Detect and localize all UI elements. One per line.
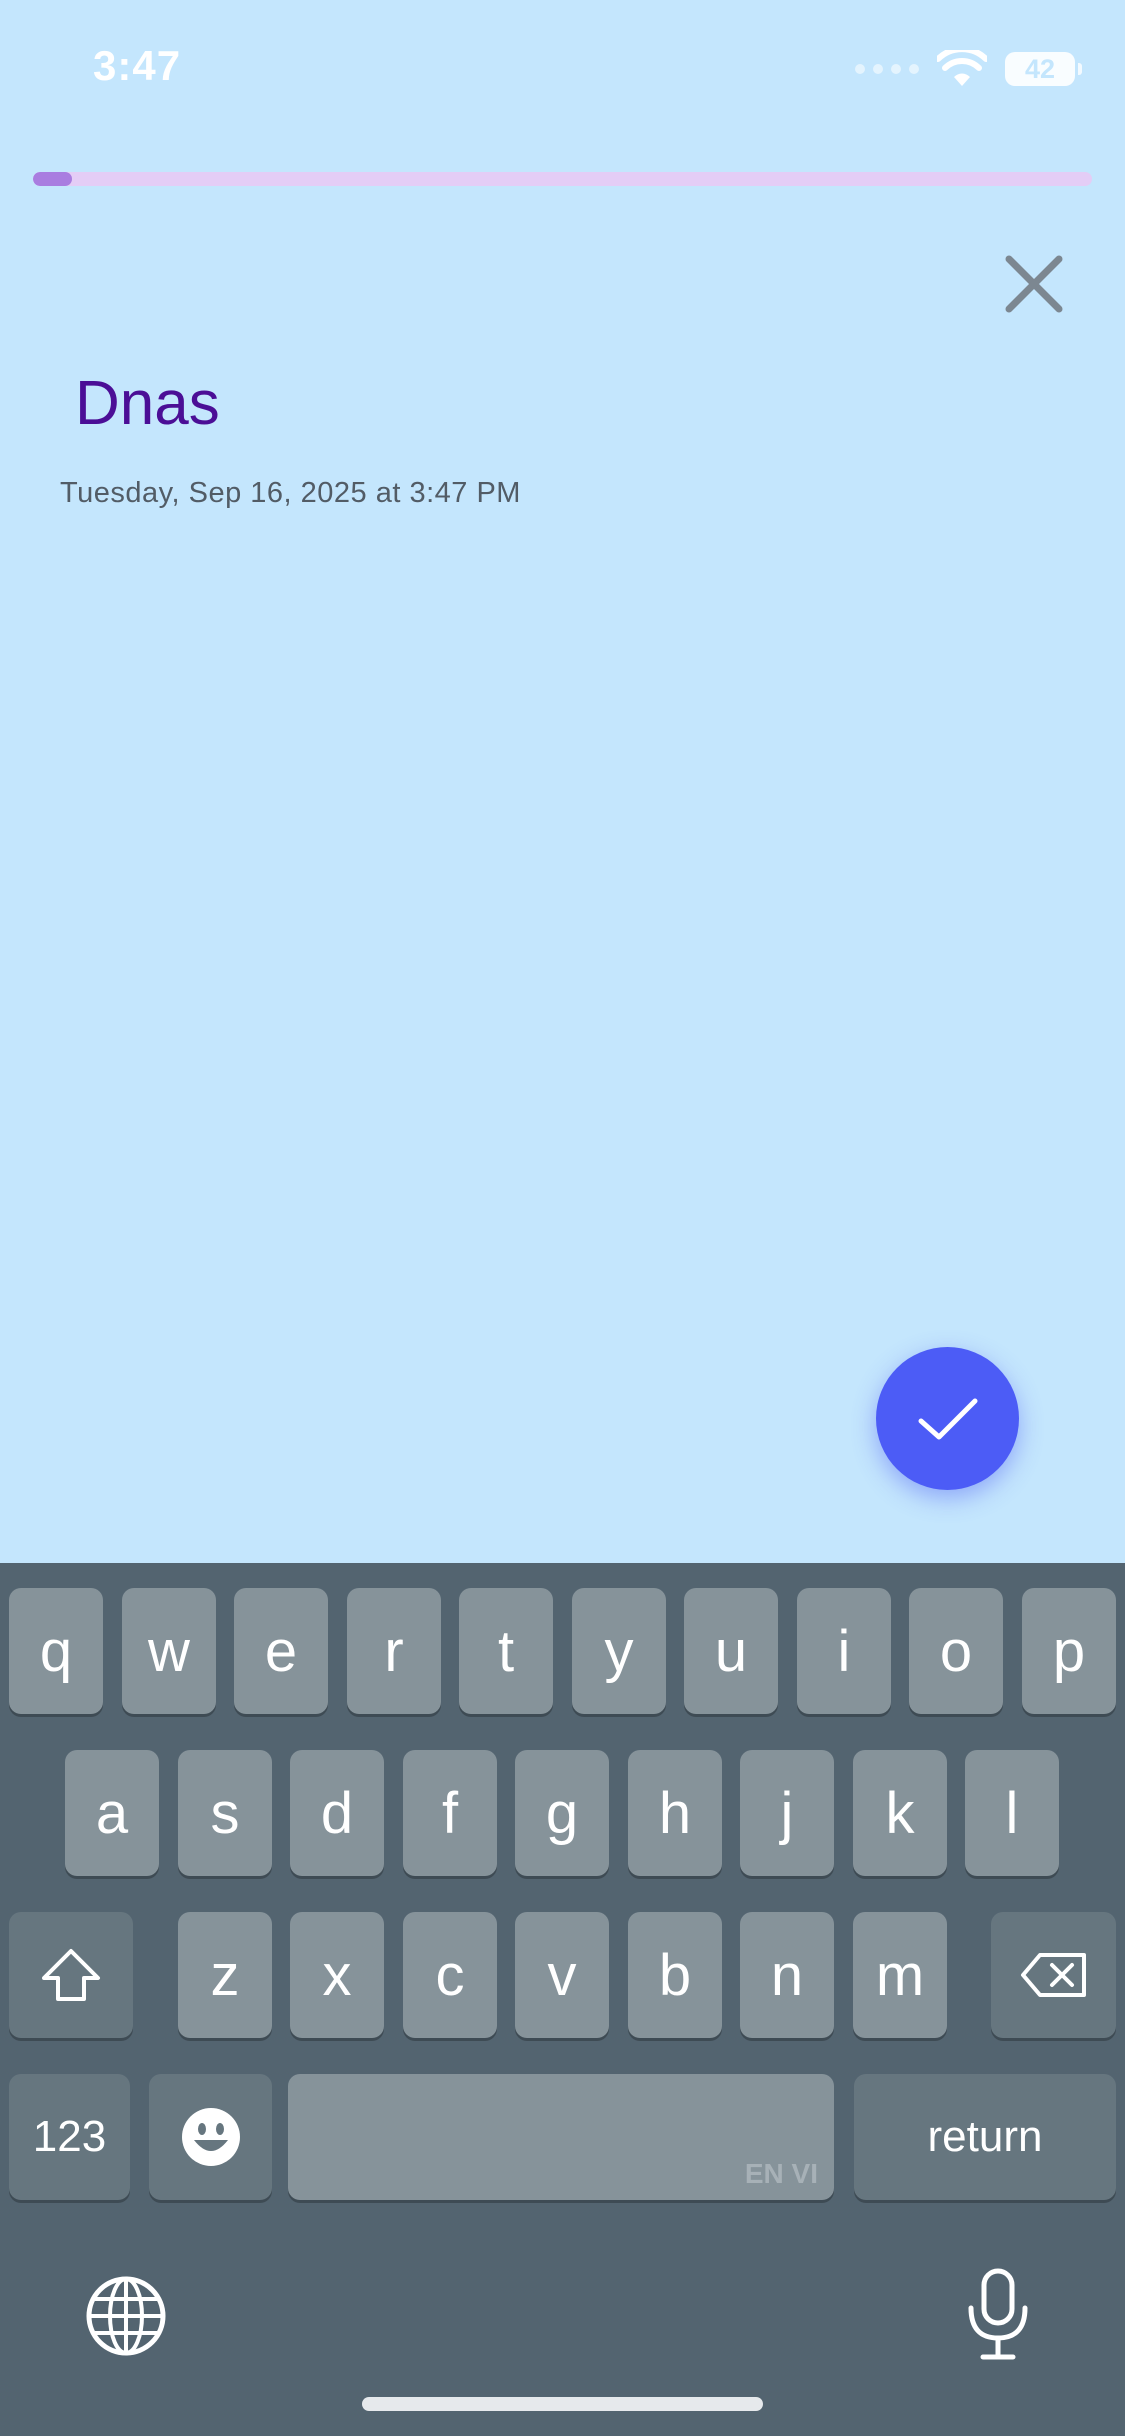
- home-indicator[interactable]: [362, 2397, 763, 2411]
- backspace-icon: [1020, 1953, 1086, 1997]
- numbers-key[interactable]: 123: [9, 2074, 130, 2200]
- status-icons: 42: [855, 50, 1082, 88]
- note-timestamp: Tuesday, Sep 16, 2025 at 3:47 PM: [60, 477, 521, 509]
- key-f[interactable]: f: [403, 1750, 497, 1876]
- key-g[interactable]: g: [515, 1750, 609, 1876]
- battery-icon: 42: [1005, 52, 1082, 86]
- key-p[interactable]: p: [1022, 1588, 1116, 1714]
- progress-bar: [33, 172, 1092, 186]
- note-title[interactable]: Dnas: [75, 368, 220, 439]
- key-u[interactable]: u: [684, 1588, 778, 1714]
- shift-key[interactable]: [9, 1912, 133, 2038]
- microphone-icon[interactable]: [963, 2268, 1033, 2362]
- language-indicator: EN VI: [744, 2158, 818, 2189]
- emoji-icon: [181, 2108, 240, 2166]
- close-icon[interactable]: [1000, 250, 1068, 318]
- key-r[interactable]: r: [347, 1588, 441, 1714]
- key-k[interactable]: k: [853, 1750, 947, 1876]
- key-w[interactable]: w: [122, 1588, 216, 1714]
- key-n[interactable]: n: [740, 1912, 834, 2038]
- globe-icon[interactable]: [85, 2275, 167, 2357]
- keyboard: q w e r t y u i o p a s d f g h j k l z …: [0, 1563, 1125, 2436]
- key-v[interactable]: v: [515, 1912, 609, 2038]
- return-key[interactable]: return: [854, 2074, 1116, 2200]
- space-key[interactable]: EN VI: [288, 2074, 834, 2200]
- key-j[interactable]: j: [740, 1750, 834, 1876]
- cellular-signal-icon: [855, 64, 919, 74]
- progress-fill: [33, 172, 73, 186]
- key-a[interactable]: a: [65, 1750, 159, 1876]
- key-y[interactable]: y: [572, 1588, 666, 1714]
- key-x[interactable]: x: [290, 1912, 384, 2038]
- key-b[interactable]: b: [628, 1912, 722, 2038]
- key-e[interactable]: e: [234, 1588, 328, 1714]
- shift-icon: [42, 1949, 100, 2001]
- backspace-key[interactable]: [991, 1912, 1116, 2038]
- key-l[interactable]: l: [965, 1750, 1059, 1876]
- key-m[interactable]: m: [853, 1912, 947, 2038]
- checkmark-icon: [918, 1398, 977, 1439]
- key-t[interactable]: t: [459, 1588, 553, 1714]
- confirm-button[interactable]: [876, 1347, 1019, 1490]
- key-i[interactable]: i: [797, 1588, 891, 1714]
- key-d[interactable]: d: [290, 1750, 384, 1876]
- key-q[interactable]: q: [9, 1588, 103, 1714]
- key-o[interactable]: o: [909, 1588, 1003, 1714]
- emoji-key[interactable]: [149, 2074, 272, 2200]
- key-s[interactable]: s: [178, 1750, 272, 1876]
- key-z[interactable]: z: [178, 1912, 272, 2038]
- wifi-icon: [937, 50, 987, 86]
- status-time: 3:47: [93, 42, 182, 89]
- key-h[interactable]: h: [628, 1750, 722, 1876]
- key-c[interactable]: c: [403, 1912, 497, 2038]
